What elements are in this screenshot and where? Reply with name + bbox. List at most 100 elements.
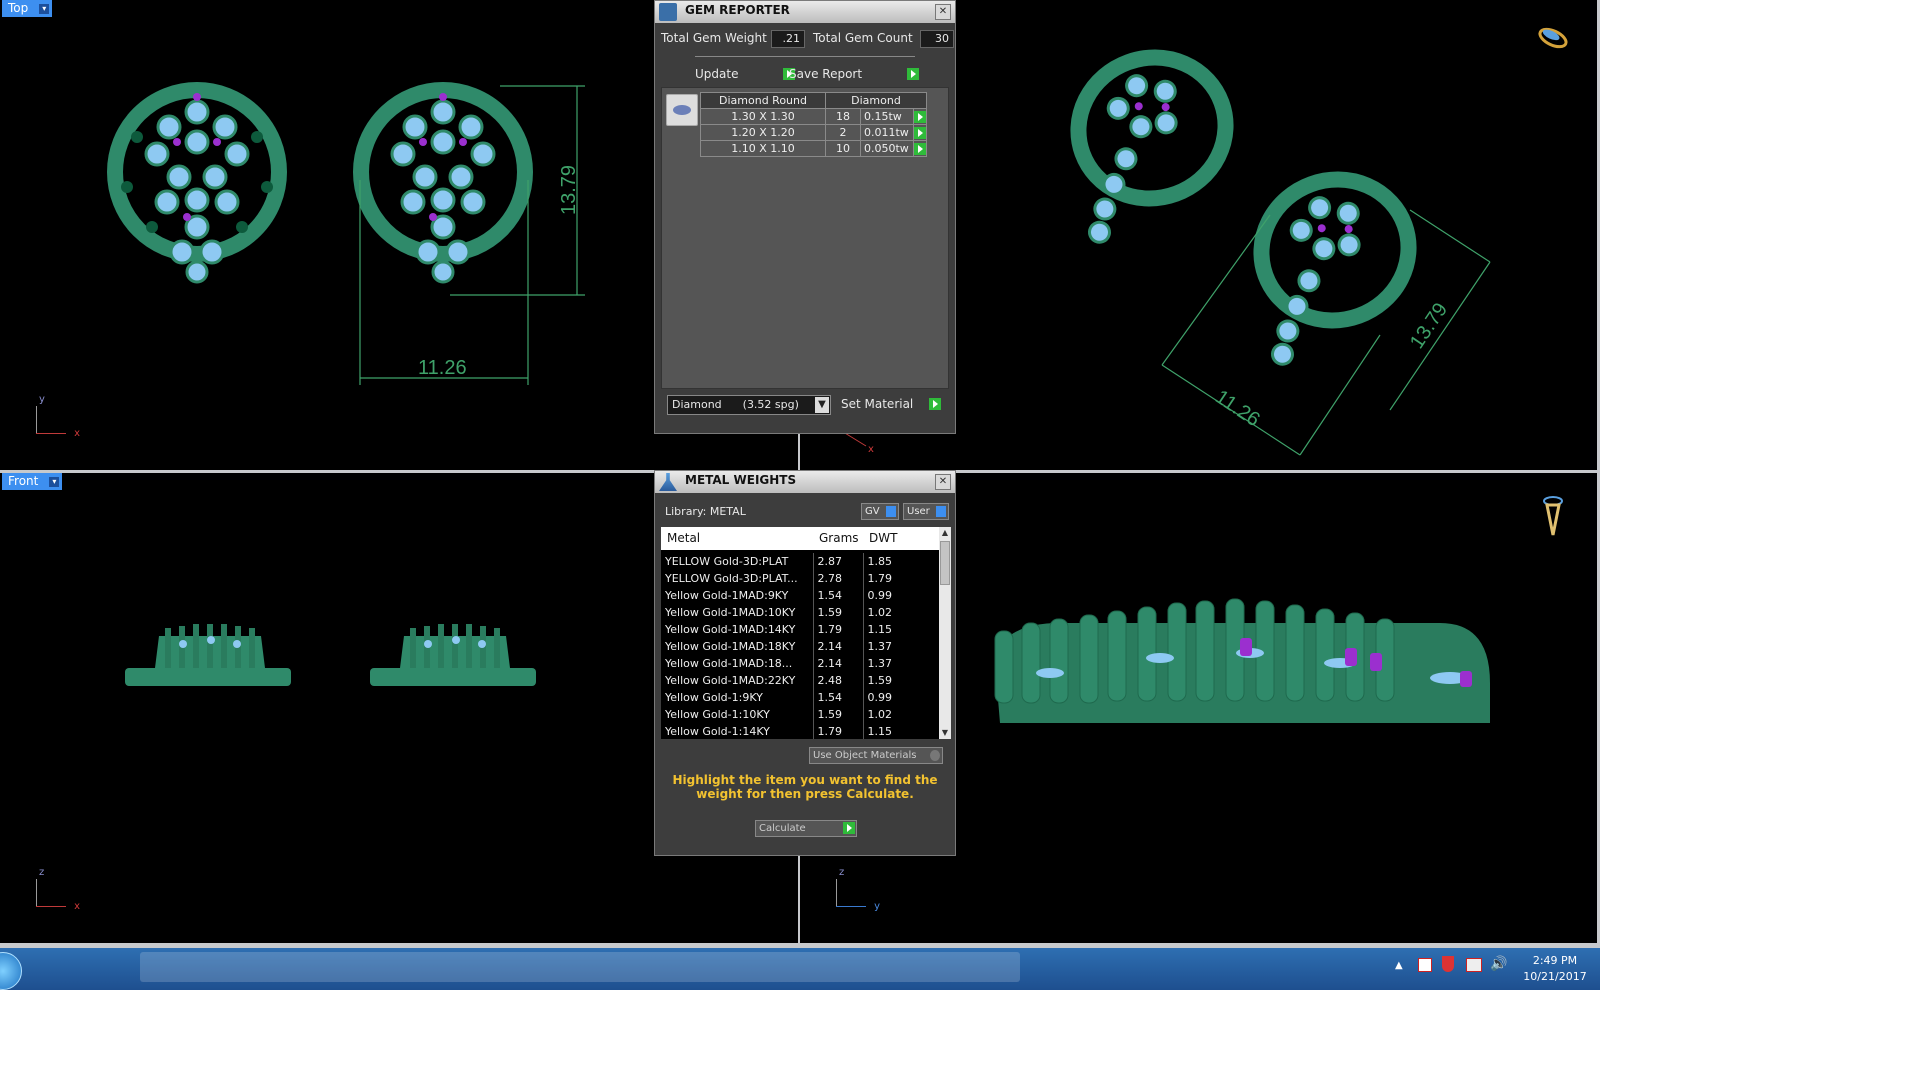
material-select[interactable]: Diamond (3.52 spg) ▼ [667, 395, 831, 415]
axis-indicator-right: z y [836, 867, 880, 912]
play-icon [914, 127, 926, 139]
table-row[interactable]: Yellow Gold-1MAD:14KY 1.79 1.15 [661, 621, 940, 638]
gem-weight: 0.050tw [860, 140, 914, 157]
table-row[interactable]: Yellow Gold-1:9KY 1.54 0.99 [661, 689, 940, 706]
table-row[interactable]: Yellow Gold-1MAD:22KY 2.48 1.59 [661, 672, 940, 689]
axis-indicator-front: z x [36, 867, 80, 912]
top-dim-width: 11.26 [418, 357, 467, 379]
metal-table-container[interactable]: Metal Grams DWT YELLOW Gold-3D:PLAT 2.87 1… [661, 527, 951, 739]
gem-reporter-icon [659, 3, 677, 21]
toggle-icon [936, 506, 946, 517]
gem-table-header-type: Diamond [825, 92, 927, 109]
column-header-metal[interactable]: Metal [667, 527, 700, 550]
toggle-icon [930, 750, 940, 761]
metal-name: Yellow Gold-1MAD:14KY [661, 621, 814, 638]
row-action-button[interactable] [913, 124, 927, 141]
gem-reporter-titlebar[interactable]: GEM REPORTER ✕ [655, 1, 955, 23]
start-button[interactable] [0, 952, 22, 990]
column-header-grams[interactable]: Grams [819, 527, 859, 550]
gem-count: 18 [825, 108, 861, 125]
metal-grams: 1.59 [813, 706, 864, 723]
table-row[interactable]: Yellow Gold-1MAD:18KY 2.14 1.37 [661, 638, 940, 655]
update-button-label: Update [695, 67, 739, 81]
metal-dwt: 1.02 [863, 604, 940, 621]
toggle-icon [886, 506, 896, 517]
save-report-button[interactable]: Save Report [789, 67, 919, 83]
metal-dwt: 0.99 [863, 587, 940, 604]
metal-dwt: 1.02 [863, 706, 940, 723]
taskbar: ▲ 🔊 2:49 PM 10/21/2017 [0, 948, 1600, 990]
gem-thumbnail[interactable] [666, 94, 698, 126]
save-report-button-label: Save Report [789, 67, 863, 81]
gem-weight: 0.011tw [860, 124, 914, 141]
metal-grams: 1.79 [813, 621, 864, 638]
user-toggle[interactable]: User [903, 503, 949, 520]
metal-weights-panel: METAL WEIGHTS ✕ Library: METAL GV User M… [654, 470, 956, 856]
table-row[interactable]: Yellow Gold-1:14KY 1.79 1.15 [661, 723, 940, 739]
metal-name: Yellow Gold-1MAD:22KY [661, 672, 814, 689]
close-icon[interactable]: ✕ [935, 474, 951, 490]
show-hidden-icons-icon[interactable]: ▲ [1395, 960, 1403, 971]
play-icon [914, 111, 926, 123]
perspective-axis-label-x: x [868, 444, 874, 455]
row-action-button[interactable] [913, 140, 927, 157]
scroll-up-icon[interactable]: ▲ [939, 527, 951, 539]
metal-dwt: 1.15 [863, 621, 940, 638]
perspective-dim-height: 13.79 [1406, 299, 1452, 353]
action-center-icon[interactable] [1418, 958, 1432, 972]
gem-table-area: Diamond Round Diamond 1.30 X 1.30 18 0.1… [661, 87, 949, 389]
table-row[interactable]: Yellow Gold-1:10KY 1.59 1.02 [661, 706, 940, 723]
security-shield-icon[interactable] [1442, 956, 1454, 972]
total-gem-weight-field[interactable]: .21 [771, 30, 805, 48]
metal-grams: 2.87 [813, 553, 864, 570]
table-row[interactable]: 1.30 X 1.30 18 0.15tw [700, 108, 927, 125]
pendant-front-left [125, 624, 291, 686]
use-object-materials-label: Use Object Materials [813, 750, 917, 761]
table-row[interactable]: Yellow Gold-1MAD:9KY 1.54 0.99 [661, 587, 940, 604]
gem-reporter-panel: GEM REPORTER ✕ Total Gem Weight .21 Tota… [654, 0, 956, 434]
metal-table: YELLOW Gold-3D:PLAT 2.87 1.85 YELLOW Gold-… [661, 553, 940, 739]
axis-label-x: x [74, 428, 80, 439]
pendant-front-right [370, 624, 536, 686]
metal-grams: 2.78 [813, 570, 864, 587]
gv-toggle[interactable]: GV [861, 503, 899, 520]
splitter-handle[interactable] [695, 56, 915, 57]
taskbar-window-strip[interactable] [140, 952, 1020, 982]
use-object-materials-toggle[interactable]: Use Object Materials [809, 747, 943, 764]
update-button[interactable]: Update [695, 67, 795, 83]
table-row[interactable]: 1.20 X 1.20 2 0.011tw [700, 124, 927, 141]
table-row[interactable]: YELLOW Gold-3D:PLAT 2.87 1.85 [661, 553, 940, 570]
metal-dwt: 1.15 [863, 723, 940, 739]
close-icon[interactable]: ✕ [935, 4, 951, 20]
table-row[interactable]: Yellow Gold-1MAD:18... 2.14 1.37 [661, 655, 940, 672]
scroll-thumb[interactable] [940, 541, 950, 585]
metal-weights-title: METAL WEIGHTS [685, 473, 797, 487]
metal-table-header: Metal Grams DWT [661, 527, 939, 550]
desktop-screen: Top ▾ 13.79 11.26 y x 13.79 11.26 x Fron… [0, 0, 1600, 990]
metal-name: Yellow Gold-1MAD:18... [661, 655, 814, 672]
metal-name: YELLOW Gold-3D:PLAT... [661, 570, 814, 587]
clock-time[interactable]: 2:49 PM [1525, 954, 1585, 967]
table-row[interactable]: YELLOW Gold-3D:PLAT... 2.78 1.79 [661, 570, 940, 587]
pendant-top-right [353, 82, 533, 284]
network-icon[interactable] [1466, 958, 1482, 972]
metal-name: Yellow Gold-1:10KY [661, 706, 814, 723]
library-label: Library: METAL [665, 505, 746, 518]
metal-name: Yellow Gold-1MAD:10KY [661, 604, 814, 621]
total-gem-count-field[interactable]: 30 [920, 30, 954, 48]
column-header-dwt[interactable]: DWT [869, 527, 897, 550]
table-row[interactable]: Yellow Gold-1MAD:10KY 1.59 1.02 [661, 604, 940, 621]
gem-reporter-title: GEM REPORTER [685, 3, 790, 17]
table-row[interactable]: 1.10 X 1.10 10 0.050tw [700, 140, 927, 157]
calculate-button[interactable]: Calculate [755, 820, 857, 837]
chevron-down-icon[interactable]: ▼ [815, 397, 829, 413]
clock-date[interactable]: 10/21/2017 [1515, 970, 1595, 983]
scrollbar[interactable]: ▲ ▼ [939, 527, 951, 739]
set-material-button[interactable]: Set Material [841, 397, 941, 413]
volume-icon[interactable]: 🔊 [1490, 956, 1507, 972]
metal-weights-titlebar[interactable]: METAL WEIGHTS ✕ [655, 471, 955, 493]
scroll-down-icon[interactable]: ▼ [939, 727, 951, 739]
flask-icon [659, 473, 677, 491]
calculate-button-label: Calculate [759, 823, 806, 834]
row-action-button[interactable] [913, 108, 927, 125]
